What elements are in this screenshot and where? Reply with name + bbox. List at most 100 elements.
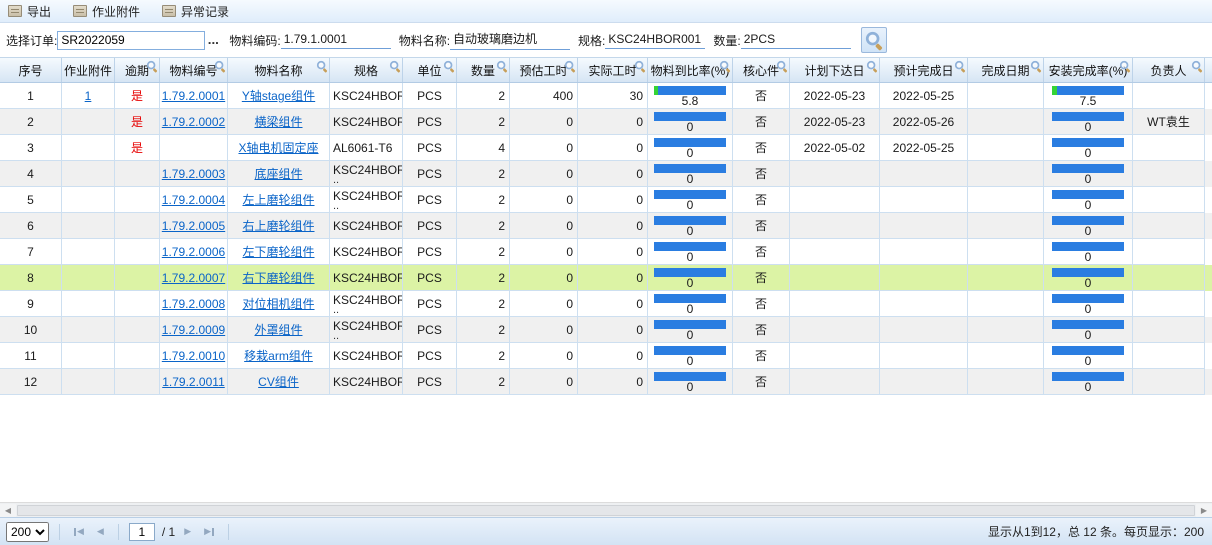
col-header-install[interactable]: 安装完成率(%) (1044, 58, 1133, 82)
cell-text: 0 (566, 244, 573, 259)
first-page-button[interactable]: ◀ (70, 527, 88, 536)
column-filter-icon[interactable] (634, 60, 645, 71)
material-code-link[interactable]: 1.79.2.0003 (162, 167, 225, 181)
table-row-11[interactable]: 11 1.79.2.0010 移栽arm组件 KSC24HBOR PCS 2 0 0 0 否 0 (0, 343, 1212, 369)
exception-record-button[interactable]: 异常记录 (162, 3, 229, 20)
material-name-link[interactable]: 底座组件 (254, 165, 302, 182)
cell-act: 0 (578, 317, 648, 343)
col-header-plan[interactable]: 计划下达日 (790, 58, 880, 82)
scroll-left-icon[interactable]: ◀ (0, 503, 16, 517)
table-row-10[interactable]: 10 1.79.2.0009 外罩组件 KSC24HBOR.. PCS 2 0 0 0 否 0 (0, 317, 1212, 343)
col-header-code[interactable]: 物料编号 (160, 58, 228, 82)
col-header-finish[interactable]: 完成日期 (968, 58, 1044, 82)
last-page-button[interactable]: ▶ (200, 527, 218, 536)
cell-text: 1 (27, 88, 34, 103)
material-name-link[interactable]: 外罩组件 (254, 321, 302, 338)
column-filter-icon[interactable] (443, 60, 454, 71)
cell-core: 否 (733, 213, 790, 239)
material-arrival-progress-bar (654, 215, 726, 225)
column-filter-icon[interactable] (146, 60, 157, 71)
material-name-link[interactable]: Y轴stage组件 (242, 87, 315, 104)
col-header-expect[interactable]: 预计完成日 (880, 58, 968, 82)
material-name-link[interactable]: 左下磨轮组件 (242, 243, 314, 260)
material-code-link[interactable]: 1.79.2.0007 (162, 271, 225, 285)
job-attachment-button[interactable]: 作业附件 (73, 3, 140, 20)
scrollbar-thumb[interactable] (17, 504, 1195, 516)
col-header-arrival[interactable]: 物料到比率(%) (648, 58, 733, 82)
cell-text: 0 (636, 218, 643, 233)
col-header-est[interactable]: 预估工时 (510, 58, 578, 82)
column-filter-icon[interactable] (1191, 60, 1202, 71)
cell-unit: PCS (403, 265, 457, 291)
col-header-core[interactable]: 核心件 (733, 58, 790, 82)
cell-attach (62, 161, 115, 187)
col-header-qty[interactable]: 数量 (457, 58, 510, 82)
material-code-link[interactable]: 1.79.2.0001 (162, 89, 225, 103)
cell-text: 0 (636, 140, 643, 155)
horizontal-scrollbar[interactable]: ◀ ▶ (0, 502, 1212, 517)
cell-text: 0 (636, 374, 643, 389)
material-arrival-progress-bar (654, 293, 726, 303)
material-name-link[interactable]: 横梁组件 (254, 113, 302, 130)
cell-plan (790, 291, 880, 317)
column-filter-icon[interactable] (719, 60, 730, 71)
column-filter-icon[interactable] (316, 60, 327, 71)
export-button[interactable]: 导出 (8, 3, 51, 20)
material-code-link[interactable]: 1.79.2.0009 (162, 323, 225, 337)
table-row-6[interactable]: 6 1.79.2.0005 右上磨轮组件 KSC24HBOR PCS 2 0 0 0 否 0 (0, 213, 1212, 239)
col-header-act[interactable]: 实际工时 (578, 58, 648, 82)
column-filter-icon[interactable] (1030, 60, 1041, 71)
material-code-link[interactable]: 1.79.2.0006 (162, 245, 225, 259)
scroll-right-icon[interactable]: ▶ (1196, 503, 1212, 517)
material-code-link[interactable]: 1.79.2.0004 (162, 193, 225, 207)
next-page-button[interactable]: ▶ (180, 527, 195, 536)
col-header-attach[interactable]: 作业附件 (62, 58, 115, 82)
col-header-spec[interactable]: 规格 (330, 58, 403, 82)
material-code-link[interactable]: 1.79.2.0008 (162, 297, 225, 311)
material-code-link[interactable]: 1.79.2.0010 (162, 349, 225, 363)
material-name-link[interactable]: CV组件 (258, 373, 299, 390)
cell-spec: KSC24HBOR.. (330, 291, 403, 317)
material-name-link[interactable]: 移栽arm组件 (244, 347, 313, 364)
column-filter-icon[interactable] (389, 60, 400, 71)
table-row-8[interactable]: 8 1.79.2.0007 右下磨轮组件 KSC24HBOR PCS 2 0 0 0 否 0 (0, 265, 1212, 291)
col-header-name[interactable]: 物料名称 (228, 58, 330, 82)
column-filter-icon[interactable] (564, 60, 575, 71)
cell-spec: KSC24HBOR.. (330, 317, 403, 343)
material-name-link[interactable]: 右上磨轮组件 (242, 217, 314, 234)
material-code-link[interactable]: 1.79.2.0002 (162, 115, 225, 129)
material-name-link[interactable]: 左上磨轮组件 (242, 191, 314, 208)
search-button[interactable] (860, 27, 887, 53)
table-row-2[interactable]: 2 是 1.79.2.0002 横梁组件 KSC24HBOR PCS 2 0 0 0 否 2022-0… (0, 109, 1212, 135)
material-code-link[interactable]: 1.79.2.0005 (162, 219, 225, 233)
col-header-unit[interactable]: 单位 (403, 58, 457, 82)
column-filter-icon[interactable] (214, 60, 225, 71)
material-name-link[interactable]: 对位相机组件 (242, 295, 314, 312)
material-name-link[interactable]: 右下磨轮组件 (242, 269, 314, 286)
table-row-1[interactable]: 1 1 是 1.79.2.0001 Y轴stage组件 KSC24HBOR PCS 2 400 3… (0, 83, 1212, 109)
material-code-link[interactable]: 1.79.2.0011 (162, 375, 225, 389)
table-row-4[interactable]: 4 1.79.2.0003 底座组件 KSC24HBOR.. PCS 2 0 0 0 否 0 (0, 161, 1212, 187)
cell-plan (790, 317, 880, 343)
cell-plan (790, 239, 880, 265)
attachment-link[interactable]: 1 (85, 89, 92, 103)
order-browse-button[interactable]: ... (205, 31, 221, 50)
column-filter-icon[interactable] (866, 60, 877, 71)
col-header-overdue[interactable]: 逾期 (115, 58, 160, 82)
column-filter-icon[interactable] (776, 60, 787, 71)
table-row-3[interactable]: 3 是 X轴电机固定座 AL6061-T6 PCS 4 0 0 0 否 2022-05-02 2022… (0, 135, 1212, 161)
table-row-12[interactable]: 12 1.79.2.0011 CV组件 KSC24HBOR PCS 2 0 0 0 否 0 (0, 369, 1212, 395)
table-row-5[interactable]: 5 1.79.2.0004 左上磨轮组件 KSC24HBOR.. PCS 2 0 0 0 否 0 (0, 187, 1212, 213)
column-filter-icon[interactable] (954, 60, 965, 71)
col-header-seq[interactable]: 序号 (0, 58, 62, 82)
prev-page-button[interactable]: ◀ (93, 527, 108, 536)
col-header-owner[interactable]: 负责人 (1133, 58, 1205, 82)
column-filter-icon[interactable] (496, 60, 507, 71)
page-size-select[interactable]: 200 (6, 521, 49, 542)
page-number-input[interactable] (128, 522, 155, 541)
order-select-input[interactable] (57, 30, 206, 50)
table-row-7[interactable]: 7 1.79.2.0006 左下磨轮组件 KSC24HBOR PCS 2 0 0 0 否 0 (0, 239, 1212, 265)
table-row-9[interactable]: 9 1.79.2.0008 对位相机组件 KSC24HBOR.. PCS 2 0 0 0 否 0 (0, 291, 1212, 317)
material-name-link[interactable]: X轴电机固定座 (238, 139, 318, 156)
column-filter-icon[interactable] (1119, 60, 1130, 71)
